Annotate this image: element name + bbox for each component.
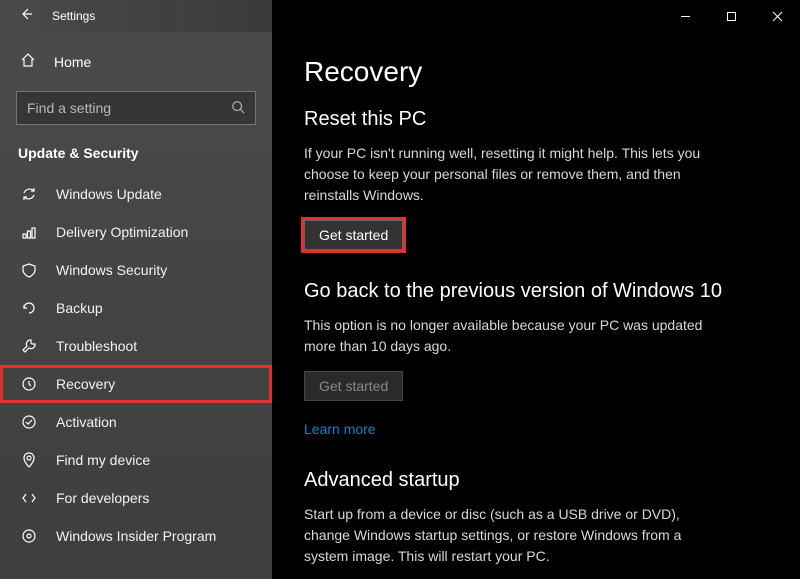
home-icon <box>20 52 36 71</box>
main-content: Recovery Reset this PC If your PC isn't … <box>272 32 800 579</box>
advanced-startup-section: Advanced startup Start up from a device … <box>304 469 768 579</box>
sidebar-item-label: Delivery Optimization <box>56 224 188 240</box>
sidebar-item-recovery[interactable]: Recovery <box>0 365 272 403</box>
code-icon <box>20 490 38 506</box>
sidebar-item-troubleshoot[interactable]: Troubleshoot <box>0 327 272 365</box>
page-title: Recovery <box>304 56 768 88</box>
back-icon[interactable] <box>18 6 34 27</box>
sidebar-item-label: Windows Security <box>56 262 167 278</box>
recovery-icon <box>20 376 38 392</box>
sidebar-item-for-developers[interactable]: For developers <box>0 479 272 517</box>
sidebar-item-label: For developers <box>56 490 149 506</box>
sidebar-item-windows-update[interactable]: Windows Update <box>0 175 272 213</box>
minimize-button[interactable] <box>662 0 708 32</box>
learn-more-link[interactable]: Learn more <box>304 421 376 437</box>
search-input-wrapper[interactable] <box>16 91 256 125</box>
sidebar-section-header: Update & Security <box>0 141 272 175</box>
sidebar-item-windows-insider[interactable]: Windows Insider Program <box>0 517 272 555</box>
check-icon <box>20 414 38 430</box>
sidebar-item-label: Windows Insider Program <box>56 528 216 544</box>
sidebar-item-label: Recovery <box>56 376 115 392</box>
search-input[interactable] <box>27 100 231 116</box>
wrench-icon <box>20 338 38 354</box>
go-back-heading: Go back to the previous version of Windo… <box>304 280 768 303</box>
insider-icon <box>20 528 38 544</box>
backup-icon <box>20 300 38 316</box>
sidebar-item-label: Troubleshoot <box>56 338 137 354</box>
sidebar-item-find-my-device[interactable]: Find my device <box>0 441 272 479</box>
maximize-button[interactable] <box>708 0 754 32</box>
shield-icon <box>20 262 38 278</box>
sidebar-item-activation[interactable]: Activation <box>0 403 272 441</box>
home-link[interactable]: Home <box>0 42 272 81</box>
optimize-icon <box>20 224 38 240</box>
sidebar-item-backup[interactable]: Backup <box>0 289 272 327</box>
sync-icon <box>20 186 38 202</box>
close-button[interactable] <box>754 0 800 32</box>
sidebar-item-label: Windows Update <box>56 186 162 202</box>
search-icon <box>231 100 245 117</box>
advanced-description: Start up from a device or disc (such as … <box>304 504 704 567</box>
home-label: Home <box>54 54 91 70</box>
reset-get-started-button[interactable]: Get started <box>304 220 403 250</box>
sidebar-item-delivery-optimization[interactable]: Delivery Optimization <box>0 213 272 251</box>
go-back-get-started-button: Get started <box>304 371 403 401</box>
window-title: Settings <box>52 9 95 23</box>
reset-heading: Reset this PC <box>304 108 768 131</box>
reset-description: If your PC isn't running well, resetting… <box>304 143 704 206</box>
location-icon <box>20 452 38 468</box>
sidebar-item-label: Backup <box>56 300 103 316</box>
titlebar: Settings <box>0 0 800 32</box>
reset-this-pc-section: Reset this PC If your PC isn't running w… <box>304 108 768 250</box>
sidebar-item-label: Activation <box>56 414 117 430</box>
sidebar: Home Update & Security Windows Update De… <box>0 32 272 579</box>
go-back-description: This option is no longer available becau… <box>304 315 704 357</box>
go-back-section: Go back to the previous version of Windo… <box>304 280 768 439</box>
sidebar-item-windows-security[interactable]: Windows Security <box>0 251 272 289</box>
sidebar-item-label: Find my device <box>56 452 150 468</box>
advanced-heading: Advanced startup <box>304 469 768 492</box>
